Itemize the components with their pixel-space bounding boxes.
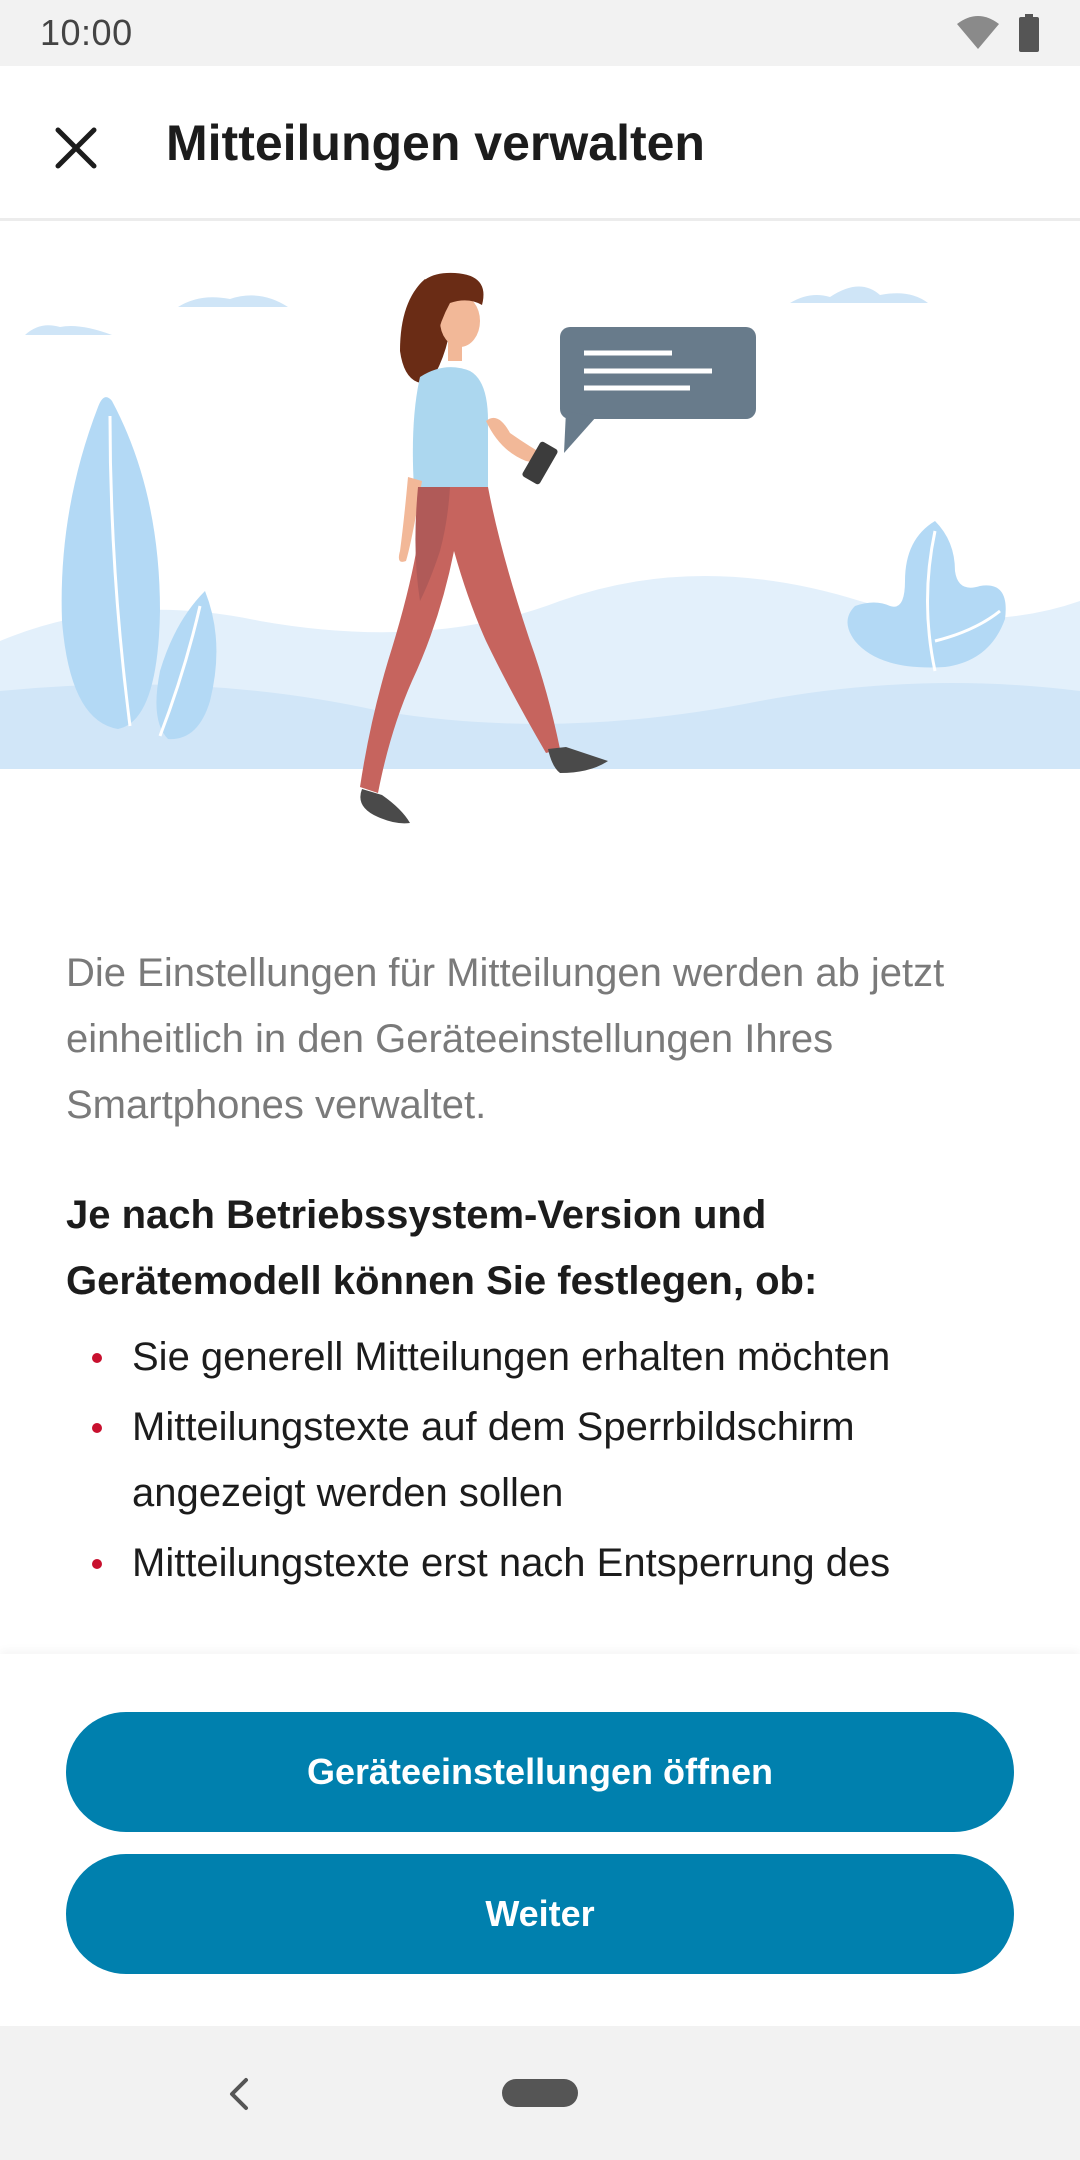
status-bar: 10:00 xyxy=(0,0,1080,66)
list-heading: Je nach Betriebssystem-Version und Gerät… xyxy=(66,1193,818,1303)
intro-text: Die Einstellungen für Mitteilungen werde… xyxy=(66,951,945,1127)
list-item-text: Mitteilungstexte erst nach Entsperrung d… xyxy=(132,1541,891,1585)
app-bar: Mitteilungen verwalten xyxy=(0,66,1080,221)
home-pill-button[interactable] xyxy=(502,2079,578,2107)
list-item-text: Sie generell Mitteilungen erhalten möcht… xyxy=(132,1335,891,1379)
system-nav-bar xyxy=(0,2026,1080,2160)
battery-icon xyxy=(1019,14,1039,52)
main-content: Die Einstellungen für Mitteilungen werde… xyxy=(66,940,1026,1600)
wifi-icon xyxy=(957,16,999,49)
notification-illustration xyxy=(0,272,1080,824)
bullet-icon xyxy=(92,1559,102,1569)
bullet-icon xyxy=(92,1353,102,1363)
open-settings-button[interactable]: Geräteeinstellungen öffnen xyxy=(66,1712,1014,1832)
list-item: Mitteilungstexte erst nach Entsperrung d… xyxy=(66,1530,1026,1596)
status-time: 10:00 xyxy=(40,12,133,53)
list-item: Sie generell Mitteilungen erhalten möcht… xyxy=(66,1324,1026,1390)
bullet-icon xyxy=(92,1423,102,1433)
plant-right xyxy=(847,521,1006,672)
page-title: Mitteilungen verwalten xyxy=(166,115,705,171)
list-item: Mitteilungstexte auf dem Sperrbildschirm… xyxy=(66,1394,1026,1526)
close-icon xyxy=(55,127,97,169)
back-button[interactable] xyxy=(218,2070,258,2118)
plant-left xyxy=(61,397,217,740)
options-list: Sie generell Mitteilungen erhalten möcht… xyxy=(66,1324,1026,1596)
list-item-text: Mitteilungstexte auf dem Sperrbildschirm… xyxy=(132,1405,855,1515)
status-icons xyxy=(956,14,1040,52)
next-button[interactable]: Weiter xyxy=(66,1854,1014,1974)
close-button[interactable] xyxy=(44,116,108,180)
bottom-action-panel: Geräteeinstellungen öffnen Weiter xyxy=(0,1654,1080,2026)
back-chevron-icon xyxy=(230,2078,248,2110)
speech-bubble xyxy=(560,327,756,453)
